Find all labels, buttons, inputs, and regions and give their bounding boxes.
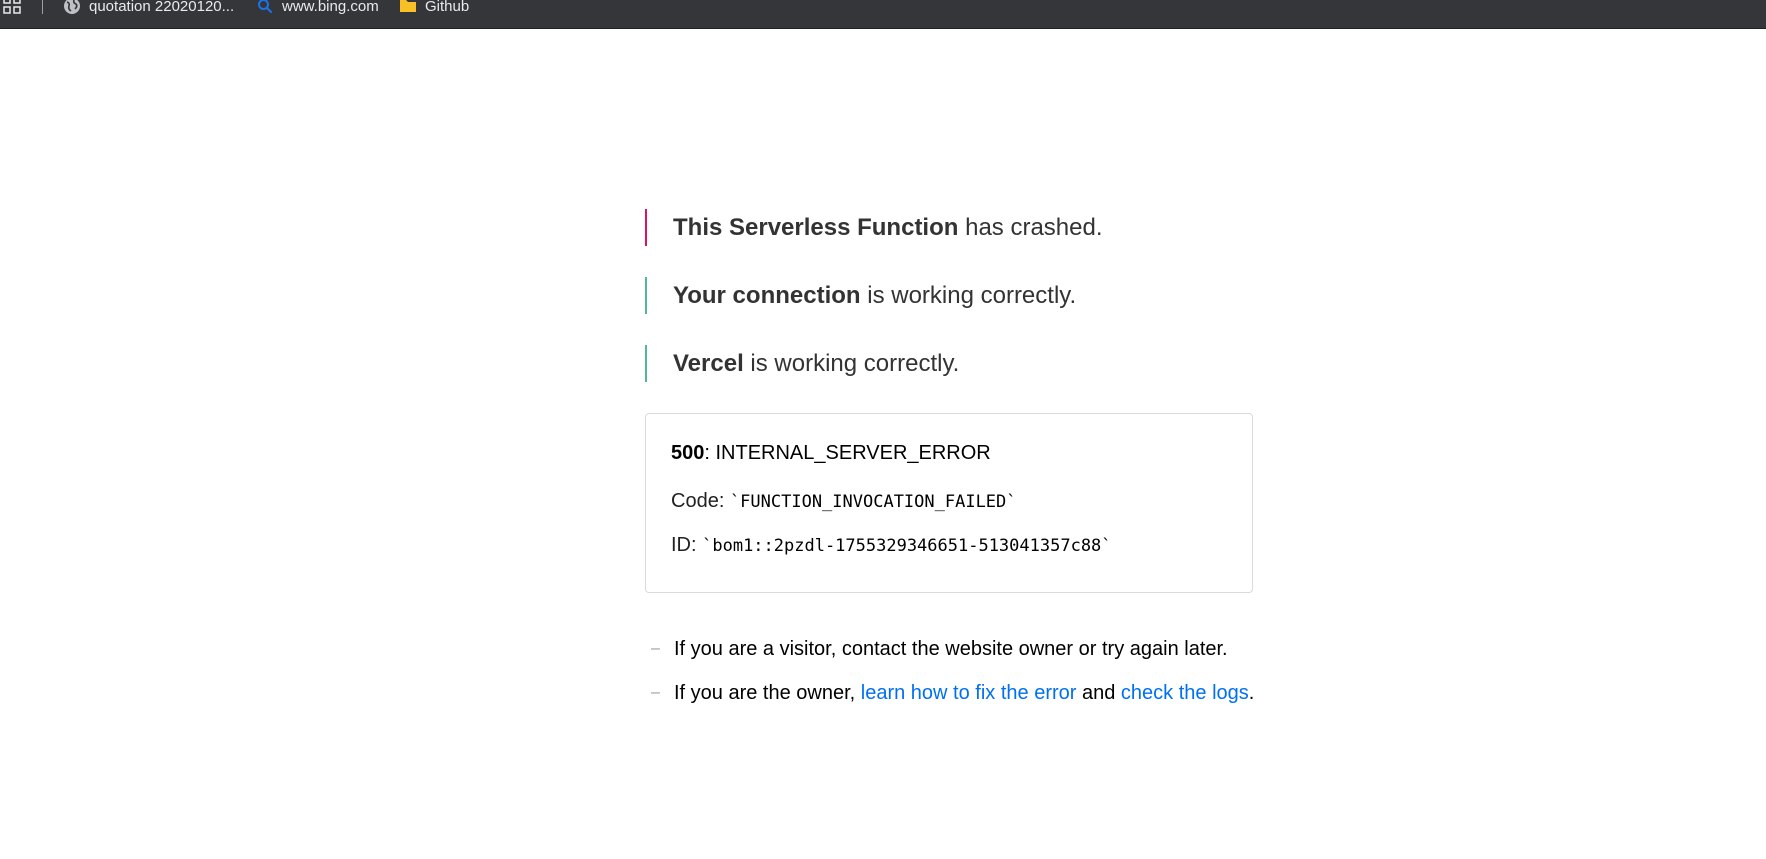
globe-icon [64, 0, 80, 14]
bookmarks-bar: quotation 22020120... www.bing.com Githu… [0, 0, 1766, 29]
bookmarks-separator [42, 0, 43, 14]
error-message: : INTERNAL_SERVER_ERROR [704, 442, 991, 464]
error-invocation-code: Code: `FUNCTION_INVOCATION_FAILED` [671, 488, 1227, 515]
status-function-crashed: This Serverless Function has crashed. [645, 209, 1255, 246]
id-value: `bom1::2pzdl-1755329346651-513041357c88` [702, 536, 1112, 556]
error-page-content: This Serverless Function has crashed. Yo… [645, 209, 1255, 704]
help-item-visitor: – If you are a visitor, contact the webs… [645, 635, 1285, 663]
status-text: is working correctly. [743, 350, 960, 377]
status-text: has crashed. [958, 214, 1103, 241]
status-vercel-ok: Vercel is working correctly. [645, 345, 1255, 382]
bookmark-label: quotation 22020120... [89, 0, 235, 15]
status-connection-ok: Your connection is working correctly. [645, 277, 1255, 314]
code-label: Code: [671, 490, 730, 512]
check-logs-link[interactable]: check the logs [1121, 682, 1249, 704]
owner-prefix: If you are the owner, [674, 682, 861, 704]
bookmark-label: www.bing.com [282, 0, 379, 15]
status-subject: Vercel [673, 350, 744, 377]
code-value: `FUNCTION_INVOCATION_FAILED` [729, 492, 1017, 512]
fix-error-link[interactable]: learn how to fix the error [861, 682, 1077, 704]
bookmark-label: Github [425, 0, 470, 15]
search-icon [258, 0, 273, 14]
error-code-line: 500: INTERNAL_SERVER_ERROR [671, 440, 1227, 466]
apps-grid-icon[interactable] [2, 0, 24, 15]
error-status-code: 500 [671, 442, 705, 464]
status-text: is working correctly. [860, 282, 1077, 309]
error-request-id: ID: `bom1::2pzdl-1755329346651-513041357… [671, 532, 1227, 559]
dash-bullet: – [651, 640, 660, 657]
id-label: ID: [671, 534, 703, 556]
error-details-box: 500: INTERNAL_SERVER_ERROR Code: `FUNCTI… [645, 413, 1253, 593]
dash-bullet: – [651, 684, 660, 701]
and-text: and [1076, 682, 1121, 704]
bookmark-quotation[interactable]: quotation 22020120... [63, 0, 234, 16]
visitor-text: If you are a visitor, contact the websit… [674, 638, 1228, 660]
folder-icon [400, 0, 416, 12]
help-item-owner: – If you are the owner, learn how to fix… [645, 679, 1285, 707]
status-subject: Your connection [673, 282, 861, 309]
status-subject: This Serverless Function [673, 214, 959, 241]
help-list: – If you are a visitor, contact the webs… [645, 635, 1285, 723]
bookmark-bing[interactable]: www.bing.com [256, 0, 379, 16]
bookmark-github-folder[interactable]: Github [399, 0, 469, 16]
period: . [1248, 682, 1255, 704]
